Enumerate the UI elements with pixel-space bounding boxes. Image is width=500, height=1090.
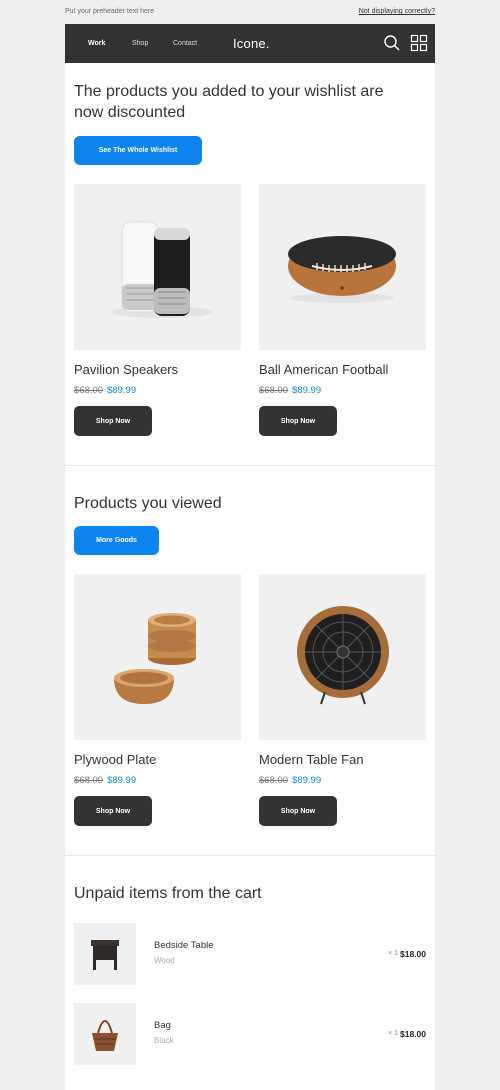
more-goods-button[interactable]: More Goods (74, 526, 159, 555)
nav-work[interactable]: Work (88, 40, 105, 47)
old-price: $68.00 (74, 775, 104, 786)
cart-item-variant: Wood (154, 956, 175, 965)
shop-now-button[interactable]: Shop Now (74, 406, 152, 436)
product-name[interactable]: Pavilion Speakers (74, 362, 178, 377)
product-prices: $68.00 $89.99 (74, 385, 136, 396)
search-icon[interactable] (383, 34, 401, 52)
nav-contact[interactable]: Contact (173, 40, 197, 47)
email-body: The products you added to your wishlist … (65, 63, 435, 1090)
product-prices: $68.00 $89.99 (259, 775, 321, 786)
cart-item: Bedside Table Wood × 1 $18.00 (74, 923, 426, 985)
brand-logo[interactable]: Icone. (233, 36, 270, 51)
cart-item-qty: × 1 (388, 1030, 398, 1037)
email-header: Work Shop Contact Icone. (65, 24, 435, 63)
cart-item-name[interactable]: Bag (154, 1020, 171, 1031)
cart-item: Bag Black × 1 $18.00 (74, 1003, 426, 1065)
cart-item-variant: Black (154, 1036, 174, 1045)
old-price: $68.00 (259, 775, 289, 786)
product-card: Ball American Football $68.00 $89.99 Shop… (259, 184, 426, 436)
product-card: Modern Table Fan $68.00 $89.99 Shop Now (259, 574, 426, 826)
product-name[interactable]: Plywood Plate (74, 752, 156, 767)
wishlist-title: The products you added to your wishlist … (74, 83, 384, 121)
section-divider (65, 855, 435, 856)
cart-item-price: $18.00 (400, 1029, 426, 1039)
cart-thumb-bag[interactable] (74, 1003, 136, 1065)
nav-shop[interactable]: Shop (132, 40, 148, 47)
product-card: Plywood Plate $68.00 $89.99 Shop Now (74, 574, 241, 826)
new-price: $89.99 (292, 385, 322, 396)
product-name[interactable]: Ball American Football (259, 362, 388, 377)
product-image-speakers[interactable] (74, 184, 241, 350)
product-prices: $68.00 $89.99 (74, 775, 136, 786)
cart-item-qty: × 1 (388, 950, 398, 957)
cart-title: Unpaid items from the cart (74, 885, 262, 902)
cart-item-price: $18.00 (400, 949, 426, 959)
cart-item-name[interactable]: Bedside Table (154, 940, 214, 951)
old-price: $68.00 (259, 385, 289, 396)
product-prices: $68.00 $89.99 (259, 385, 321, 396)
preheader-text: Put your preheader text here (65, 8, 155, 15)
product-name[interactable]: Modern Table Fan (259, 752, 364, 767)
shop-now-button[interactable]: Shop Now (259, 406, 337, 436)
grid-menu-icon[interactable] (410, 34, 428, 52)
product-image-table-fan[interactable] (259, 574, 426, 740)
new-price: $89.99 (292, 775, 322, 786)
cart-thumb-bedside-table[interactable] (74, 923, 136, 985)
view-in-browser-link[interactable]: Not displaying correctly? (359, 8, 435, 15)
see-wishlist-button[interactable]: See The Whole Wishlist (74, 136, 202, 165)
old-price: $68.00 (74, 385, 104, 396)
preheader: Put your preheader text here Not display… (65, 0, 435, 24)
shop-now-button[interactable]: Shop Now (74, 796, 152, 826)
product-image-football[interactable] (259, 184, 426, 350)
product-card: Pavilion Speakers $68.00 $89.99 Shop Now (74, 184, 241, 436)
product-image-plywood-plate[interactable] (74, 574, 241, 740)
shop-now-button[interactable]: Shop Now (259, 796, 337, 826)
new-price: $89.99 (107, 775, 137, 786)
new-price: $89.99 (107, 385, 137, 396)
section-divider (65, 465, 435, 466)
viewed-title: Products you viewed (74, 495, 222, 512)
